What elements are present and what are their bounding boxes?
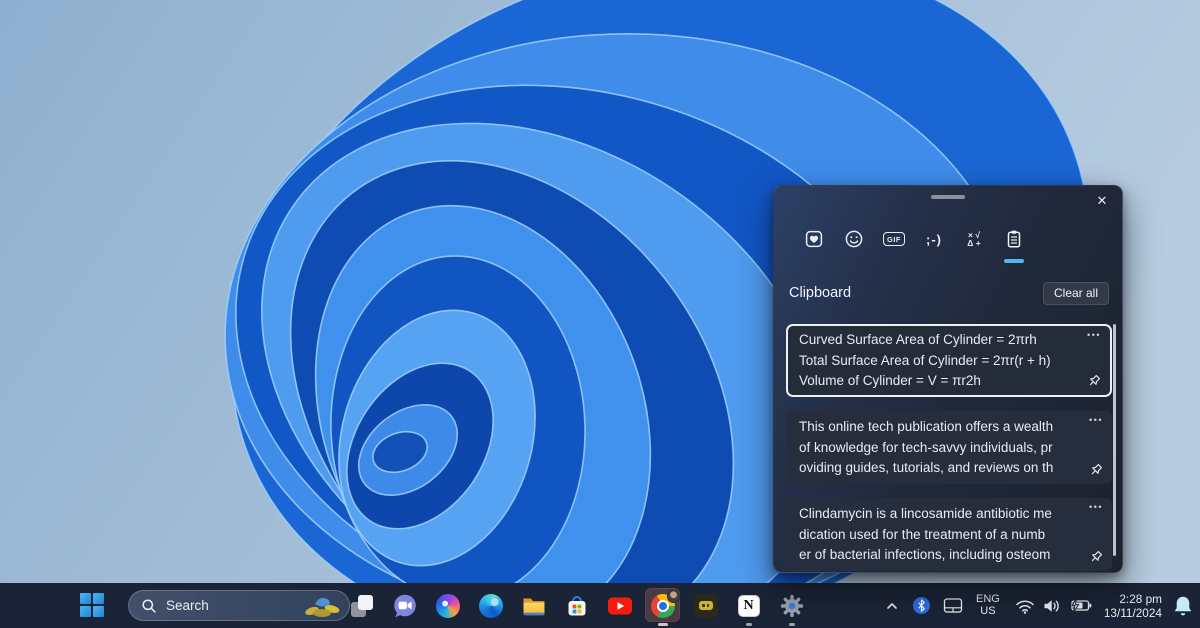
clipboard-item[interactable]: Clindamycin is a lincosamide antibiotic … <box>786 498 1112 571</box>
active-tab-indicator <box>1004 259 1024 263</box>
tray-date: 13/11/2024 <box>1104 606 1162 620</box>
bell-icon <box>1173 595 1193 617</box>
running-indicator <box>789 623 795 626</box>
running-indicator <box>658 623 668 626</box>
taskbar-app-youtube[interactable] <box>598 583 641 628</box>
smiley-icon <box>844 229 864 249</box>
clipboard-icon <box>1004 229 1024 249</box>
taskbar-app-notion[interactable]: N <box>727 583 770 628</box>
taskbar-app-chrome[interactable] <box>641 583 684 628</box>
tab-gif[interactable]: GIF <box>879 224 909 254</box>
taskbar-app-microsoft-store[interactable] <box>555 583 598 628</box>
more-options-icon[interactable]: ••• <box>1089 502 1103 512</box>
search-input[interactable]: Search <box>128 590 350 621</box>
taskbar-apps: N <box>340 583 813 628</box>
youtube-icon <box>608 597 632 615</box>
teams-chat-icon <box>392 593 418 619</box>
taskbar-app-settings[interactable] <box>770 583 813 628</box>
touchpad-tray-button[interactable] <box>943 597 963 614</box>
tray-time: 2:28 pm <box>1119 592 1162 606</box>
chrome-profile-avatar <box>667 590 680 603</box>
search-icon <box>141 598 157 614</box>
pin-icon[interactable] <box>1088 462 1104 478</box>
tab-symbols[interactable]: × √Δ + <box>959 224 989 254</box>
more-options-icon[interactable]: ••• <box>1089 415 1103 425</box>
copilot-icon <box>436 594 460 618</box>
windows-logo-icon <box>80 593 91 604</box>
taskbar: Search <box>0 583 1200 628</box>
bluetooth-tray-button[interactable] <box>913 597 930 614</box>
emoji-panel-tabs: GIF ;-) × √Δ + <box>794 224 1034 254</box>
panel-title: Clipboard <box>789 285 851 301</box>
panel-scrollbar[interactable] <box>1113 324 1116 556</box>
clock[interactable]: 2:28 pm 13/11/2024 <box>1104 592 1162 620</box>
clipboard-item-text: Clindamycin is a lincosamide antibiotic … <box>799 504 1068 565</box>
heart-square-icon <box>804 229 824 249</box>
battery-charging-icon <box>1068 598 1092 613</box>
clipboard-item-list: Curved Surface Area of Cylinder = 2πrh T… <box>786 324 1112 585</box>
notification-center-button[interactable] <box>1173 595 1193 617</box>
file-explorer-icon <box>522 596 546 616</box>
taskbar-app-teams-chat[interactable] <box>383 583 426 628</box>
volume-icon <box>1042 598 1061 614</box>
notion-icon: N <box>738 595 760 617</box>
taskbar-app-copilot[interactable] <box>426 583 469 628</box>
tab-most-recently-used[interactable] <box>799 224 829 254</box>
clipboard-panel: ✕ GIF ;-) <box>773 185 1123 573</box>
chevron-up-icon <box>885 600 899 612</box>
pin-icon[interactable] <box>1086 373 1102 389</box>
clipboard-item[interactable]: This online tech publication offers a we… <box>786 411 1112 484</box>
panel-drag-handle[interactable] <box>931 195 965 199</box>
pin-icon[interactable] <box>1088 549 1104 565</box>
clipboard-header: Clipboard Clear all <box>789 281 1109 305</box>
clipboard-item-text: Curved Surface Area of Cylinder = 2πrh T… <box>799 330 1068 391</box>
task-view-button[interactable] <box>340 583 383 628</box>
touchpad-icon <box>943 597 963 614</box>
taskbar-app-edge[interactable] <box>469 583 512 628</box>
bluetooth-icon <box>913 597 930 614</box>
chrome-icon <box>651 594 675 618</box>
running-indicator <box>746 623 752 626</box>
volume-tray-button[interactable] <box>1042 598 1061 614</box>
edge-icon <box>479 594 503 618</box>
show-hidden-icons-button[interactable] <box>885 600 899 612</box>
taskbar-app-unknown[interactable] <box>684 583 727 628</box>
gif-icon: GIF <box>883 232 905 246</box>
battery-tray-button[interactable] <box>1068 598 1092 613</box>
microsoft-store-icon <box>564 594 590 618</box>
wifi-icon <box>1015 598 1035 614</box>
taskbar-app-file-explorer[interactable] <box>512 583 555 628</box>
unknown-app-icon <box>694 594 718 618</box>
settings-gear-icon <box>780 594 804 618</box>
close-icon[interactable]: ✕ <box>1091 190 1113 212</box>
clipboard-item[interactable]: Curved Surface Area of Cylinder = 2πrh T… <box>786 324 1112 397</box>
wifi-tray-button[interactable] <box>1015 598 1035 614</box>
symbols-icon: × √Δ + <box>967 231 980 248</box>
search-highlight-image[interactable] <box>301 593 343 619</box>
start-button[interactable] <box>80 593 104 617</box>
tab-clipboard[interactable] <box>999 224 1029 254</box>
search-placeholder: Search <box>166 598 301 613</box>
tab-emoji[interactable] <box>839 224 869 254</box>
task-view-icon <box>351 595 373 617</box>
system-tray: ENG US <box>885 583 1200 628</box>
language-indicator[interactable]: ENG US <box>976 594 1000 617</box>
more-options-icon[interactable]: ••• <box>1087 330 1101 340</box>
kaomoji-icon: ;-) <box>926 232 942 247</box>
clipboard-item-text: This online tech publication offers a we… <box>799 417 1068 478</box>
clear-all-button[interactable]: Clear all <box>1043 282 1109 305</box>
desktop: ✕ GIF ;-) <box>0 0 1200 628</box>
tab-kaomoji[interactable]: ;-) <box>919 224 949 254</box>
